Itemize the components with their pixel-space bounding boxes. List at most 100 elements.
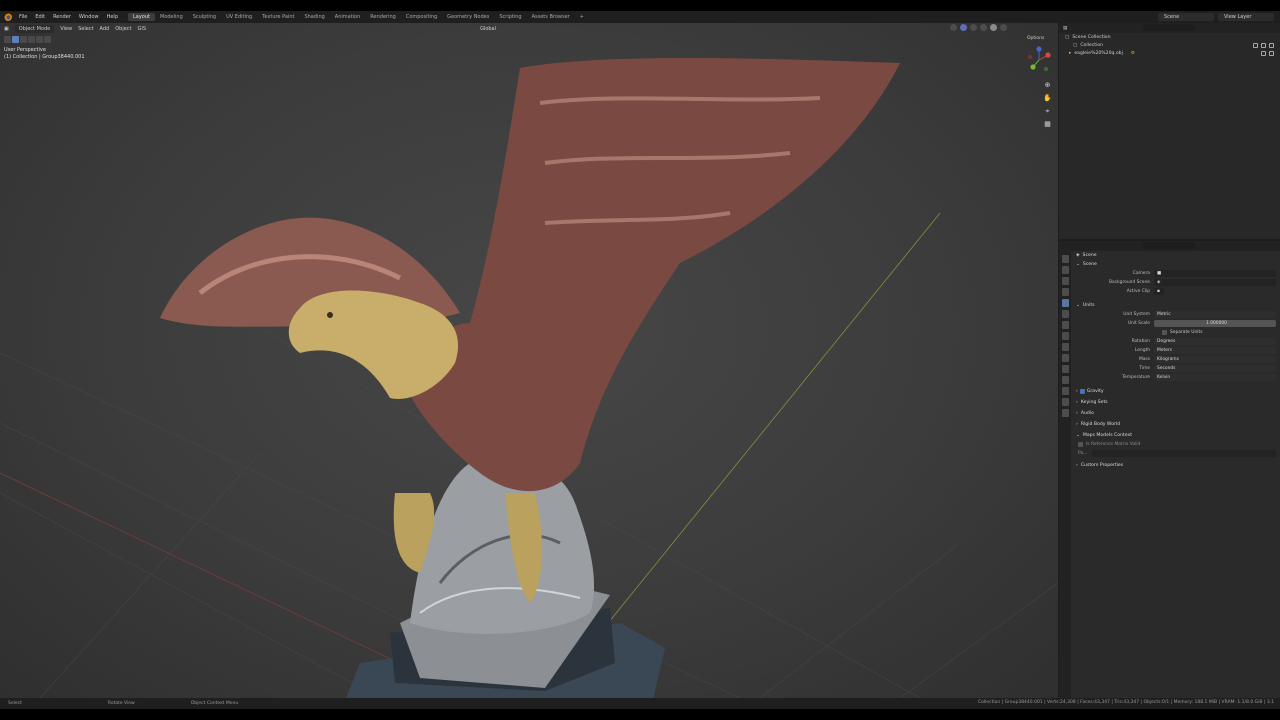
background-scene-field[interactable]: ◈	[1154, 279, 1276, 286]
tab-texture[interactable]	[1061, 409, 1069, 417]
menu-render[interactable]: Render	[49, 14, 75, 20]
select-subtract-tool[interactable]	[28, 36, 35, 43]
menu-edit[interactable]: Edit	[31, 14, 49, 20]
menu-file[interactable]: File	[15, 14, 31, 20]
prop-mass[interactable]: Mass Kilograms	[1072, 355, 1280, 364]
panel-rigid-body-world-title[interactable]: › Rigid Body World	[1072, 420, 1280, 429]
outliner-row-collection[interactable]: ▢ Collection	[1059, 41, 1280, 49]
visibility-toggles[interactable]	[1253, 42, 1274, 48]
menu-window[interactable]: Window	[75, 14, 103, 20]
prop-background-scene[interactable]: Background Scene ◈	[1072, 278, 1280, 287]
panel-audio-title[interactable]: › Audio	[1072, 409, 1280, 418]
outliner-search-input[interactable]	[1143, 24, 1195, 31]
prop-time[interactable]: Time Seconds	[1072, 364, 1280, 373]
panel-scene-title[interactable]: ⌄ Scene	[1072, 260, 1280, 269]
tab-geometry-nodes[interactable]: Geometry Nodes	[442, 13, 494, 21]
view-layer-field[interactable]: View Layer	[1218, 13, 1274, 21]
prop-pa[interactable]: Pa...	[1072, 449, 1280, 458]
tab-texture-paint[interactable]: Texture Paint	[257, 13, 299, 21]
tab-scene[interactable]	[1061, 299, 1069, 307]
reference-matrix-checkbox[interactable]	[1078, 442, 1083, 447]
tab-compositing[interactable]: Compositing	[401, 13, 442, 21]
tab-animation[interactable]: Animation	[330, 13, 366, 21]
options-dropdown[interactable]: Options	[1027, 36, 1044, 41]
outliner-row-scene-collection[interactable]: ▢ Scene Collection	[1059, 33, 1280, 41]
panel-keying-sets-title[interactable]: › Keying Sets	[1072, 398, 1280, 407]
menu-select[interactable]: Select	[78, 26, 93, 32]
prop-unit-scale[interactable]: Unit Scale 1.000000	[1072, 319, 1280, 328]
panel-custom-properties-title[interactable]: › Custom Properties	[1072, 461, 1280, 470]
panel-gravity-title[interactable]: › Gravity	[1072, 387, 1280, 396]
visibility-toggles[interactable]	[1261, 50, 1274, 56]
time-dropdown[interactable]: Seconds	[1154, 365, 1276, 372]
shading-rendered[interactable]	[1000, 24, 1007, 31]
tab-data[interactable]	[1061, 387, 1069, 395]
unit-scale-field[interactable]: 1.000000	[1154, 320, 1276, 327]
scene-field[interactable]: Scene	[1158, 13, 1214, 21]
tab-constraints[interactable]	[1061, 376, 1069, 384]
properties-search-input[interactable]	[1143, 242, 1195, 249]
tab-world[interactable]	[1061, 310, 1069, 318]
outliner-editor-icon[interactable]: ▤	[1063, 26, 1067, 31]
panel-maps-models-context-title[interactable]: ⌄ Maps Models Context	[1072, 431, 1280, 440]
tab-collection[interactable]	[1061, 321, 1069, 329]
active-clip-field[interactable]: ▪	[1154, 288, 1164, 295]
menu-gis[interactable]: GIS	[138, 26, 147, 32]
menu-help[interactable]: Help	[103, 14, 122, 20]
prop-unit-system[interactable]: Unit System Metric	[1072, 310, 1280, 319]
xray-toggle[interactable]	[970, 24, 977, 31]
tab-shading[interactable]: Shading	[299, 13, 329, 21]
tab-modeling[interactable]: Modeling	[155, 13, 188, 21]
select-intersect-tool[interactable]	[44, 36, 51, 43]
gravity-checkbox[interactable]	[1079, 389, 1085, 394]
separate-units-checkbox[interactable]	[1162, 330, 1167, 335]
rotation-dropdown[interactable]: Degrees	[1154, 338, 1276, 345]
shading-solid[interactable]	[980, 24, 987, 31]
tab-uv-editing[interactable]: UV Editing	[221, 13, 257, 21]
tab-material[interactable]	[1061, 398, 1069, 406]
prop-active-clip[interactable]: Active Clip ▪	[1072, 287, 1280, 296]
select-extend-tool[interactable]	[20, 36, 27, 43]
tab-render[interactable]	[1061, 266, 1069, 274]
gizmo-toggle[interactable]	[960, 24, 967, 31]
transform-orientation-dropdown[interactable]: Global	[480, 26, 496, 32]
camera-field[interactable]: ■	[1154, 270, 1276, 277]
panel-units-title[interactable]: ⌄ Units	[1072, 301, 1280, 310]
select-invert-tool[interactable]	[36, 36, 43, 43]
menu-add[interactable]: Add	[100, 26, 110, 32]
tab-layout[interactable]: Layout	[128, 13, 155, 21]
tab-physics[interactable]	[1061, 365, 1069, 373]
tab-rendering[interactable]: Rendering	[365, 13, 401, 21]
blender-logo-icon[interactable]	[4, 13, 12, 21]
add-workspace-button[interactable]: +	[575, 13, 589, 21]
prop-separate-units[interactable]: Separate Units	[1072, 328, 1280, 337]
editor-type-icon[interactable]: ▣	[4, 26, 9, 32]
prop-temperature[interactable]: Temperature Kelvin	[1072, 373, 1280, 382]
tab-assets-browser[interactable]: Assets Browser	[527, 13, 575, 21]
overlay-toggle[interactable]	[950, 24, 957, 31]
zoom-icon[interactable]: ⊕	[1043, 81, 1052, 89]
tab-view-layer[interactable]	[1061, 288, 1069, 296]
select-box-tool[interactable]	[12, 36, 19, 43]
prop-camera[interactable]: Camera ■	[1072, 269, 1280, 278]
temperature-dropdown[interactable]: Kelvin	[1154, 374, 1276, 381]
prop-length[interactable]: Length Meters	[1072, 346, 1280, 355]
length-dropdown[interactable]: Meters	[1154, 347, 1276, 354]
tab-sculpting[interactable]: Sculpting	[188, 13, 221, 21]
navigation-gizmo[interactable]	[1024, 45, 1054, 75]
tab-particles[interactable]	[1061, 354, 1069, 362]
tool-toggle[interactable]	[4, 36, 11, 43]
shading-material[interactable]	[990, 24, 997, 31]
tab-object[interactable]	[1061, 332, 1069, 340]
tab-modifiers[interactable]	[1061, 343, 1069, 351]
prop-rotation[interactable]: Rotation Degrees	[1072, 337, 1280, 346]
outliner-row-object[interactable]: ▸ eagleie%20%20q.obj ⚙	[1059, 49, 1280, 57]
tab-tool[interactable]	[1061, 255, 1069, 263]
pa-field[interactable]	[1092, 450, 1276, 457]
object-mode-dropdown[interactable]: Object Mode	[14, 24, 55, 33]
menu-view[interactable]: View	[60, 26, 72, 32]
tab-output[interactable]	[1061, 277, 1069, 285]
hand-icon[interactable]: ✋	[1043, 94, 1052, 102]
prop-reference-matrix[interactable]: Is Reference Matrix Valid	[1072, 440, 1280, 449]
mass-dropdown[interactable]: Kilograms	[1154, 356, 1276, 363]
